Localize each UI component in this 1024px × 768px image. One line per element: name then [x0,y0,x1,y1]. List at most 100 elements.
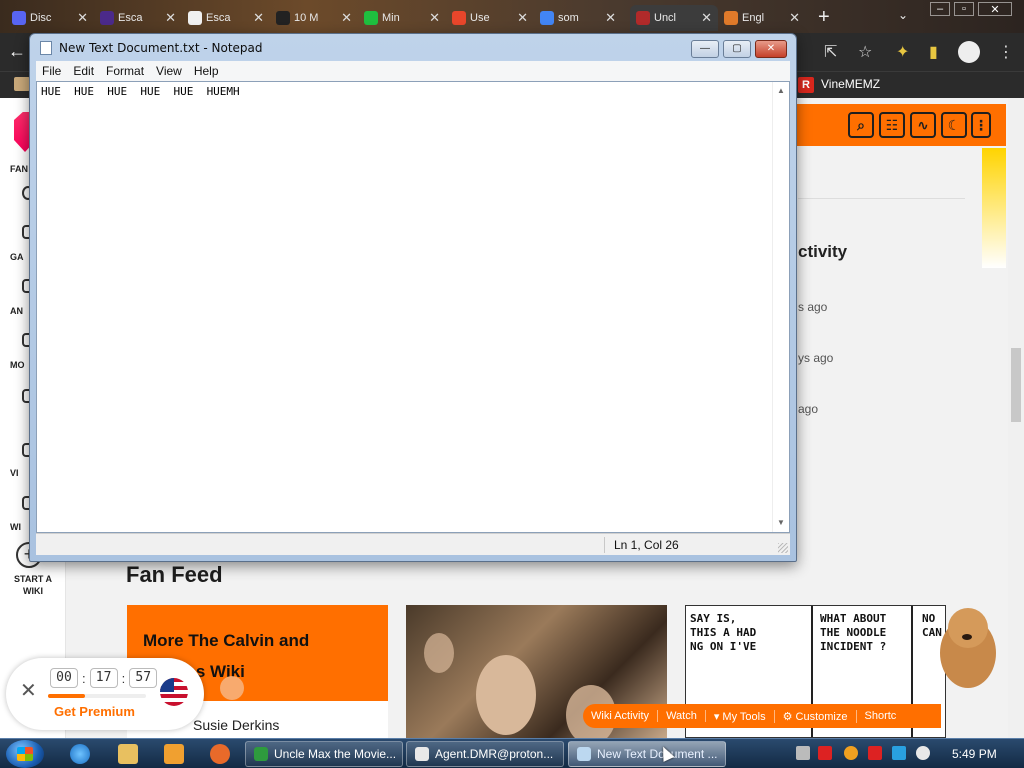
tab-title: Use [470,12,490,24]
tab-title: som [558,12,579,24]
close-icon[interactable]: ✕ [20,678,37,703]
notepad-app-icon[interactable] [40,41,52,55]
customize-link[interactable]: ⚙ Customize [775,709,857,723]
task-label: Agent.DMR@proton... [435,747,554,761]
menu-file[interactable]: File [36,64,67,78]
browser-tab[interactable]: Disc ✕ [6,5,94,31]
new-tab-button[interactable]: + [818,6,830,29]
tray-network-icon[interactable] [892,746,906,760]
tab-title: Uncl [654,12,677,24]
dark-mode-moon-icon[interactable]: ☾ [941,112,967,138]
tray-search-icon[interactable] [844,746,858,760]
menu-help[interactable]: Help [188,64,225,78]
browser-tab[interactable]: Engl ✕ [718,5,806,31]
shortcuts-link[interactable]: Shortc [857,710,905,722]
tab-close-icon[interactable]: ✕ [701,10,712,26]
tab-close-icon[interactable]: ✕ [429,10,440,26]
tray-volume-icon[interactable] [916,746,930,760]
start-button[interactable] [6,740,44,768]
browser-restore-button[interactable]: ▫ [954,2,974,16]
tab-favicon-icon [364,11,378,25]
scroll-up-arrow-icon[interactable]: ▲ [777,86,785,95]
profile-avatar[interactable] [958,41,980,63]
recent-activity-heading: ctivity [798,242,848,261]
pinned-app-icon[interactable] [210,744,230,764]
back-arrow-icon[interactable]: ← [8,41,26,62]
timer-minutes: 17 [89,668,118,688]
browser-tab[interactable]: Uncl ✕ [630,5,718,31]
watch-link[interactable]: Watch [658,710,706,722]
menu-edit[interactable]: Edit [67,64,100,78]
file-explorer-icon[interactable] [118,744,138,764]
taskbar-clock[interactable]: 5:49 PM [952,747,997,761]
my-tools-menu[interactable]: ▾ My Tools [706,709,775,723]
nav-label-anime[interactable]: AN [10,306,23,316]
more-options-icon[interactable]: ⋮ [971,112,991,138]
us-flag-icon[interactable] [160,678,188,706]
notepad-titlebar[interactable]: New Text Document.txt - Notepad — ▢ ✕ [30,34,796,61]
browser-tab[interactable]: Esca ✕ [182,5,270,31]
tab-close-icon[interactable]: ✕ [253,10,264,26]
nav-label-fandom[interactable]: FAN [10,164,28,174]
taskbar-task-button[interactable]: Uncle Max the Movie... [245,741,403,767]
nav-label-wikis[interactable]: WI [10,522,21,532]
browser-menu-icon[interactable]: ⋮ [998,42,1014,62]
bookmark-star-icon[interactable]: ☆ [858,42,872,62]
side-panel-icon[interactable]: ▮ [929,42,938,62]
wiki-activity-link[interactable]: Wiki Activity [583,710,659,722]
tab-close-icon[interactable]: ✕ [77,10,88,26]
start-wiki-label[interactable]: START A WIKI [8,573,58,597]
nav-label-movies[interactable]: MO [10,360,25,370]
activity-icon[interactable]: ∿ [910,112,936,138]
bookmark-vinememz[interactable]: VineMEMZ [821,77,880,91]
feed-card-author[interactable]: Susie Derkins [193,717,279,733]
tab-title: Min [382,12,400,24]
notepad-content[interactable]: HUE HUE HUE HUE HUE HUEMH [41,85,240,98]
nav-label-games[interactable]: GA [10,252,24,262]
bookmark-folder-icon[interactable] [14,77,30,91]
taskbar-task-button[interactable]: New Text Document ... [568,741,726,767]
tray-flag-icon[interactable] [868,746,882,760]
tab-close-icon[interactable]: ✕ [165,10,176,26]
page-scrollbar-thumb[interactable] [1011,348,1021,422]
nav-label-video[interactable]: VI [10,468,19,478]
discussions-icon[interactable]: ☷ [879,112,905,138]
drip-icon [220,676,244,700]
resize-grip[interactable] [778,543,788,553]
tab-close-icon[interactable]: ✕ [517,10,528,26]
maximize-button[interactable]: ▢ [723,40,751,58]
tray-app-icon[interactable] [796,746,810,760]
photo-face [476,655,536,735]
tab-title: Engl [742,12,765,24]
tab-close-icon[interactable]: ✕ [605,10,616,26]
extensions-puzzle-icon[interactable]: ✦ [896,42,909,62]
tab-favicon-icon [188,11,202,25]
notepad-scrollbar[interactable]: ▲ ▼ [772,82,789,532]
browser-close-button[interactable]: ✕ [978,2,1012,16]
notepad-text-area[interactable]: HUE HUE HUE HUE HUE HUEMH ▲ ▼ [36,81,790,533]
browser-tab[interactable]: Min ✕ [358,5,446,31]
browser-tab[interactable]: Esca ✕ [94,5,182,31]
internet-explorer-icon[interactable] [70,744,90,764]
browser-minimize-button[interactable]: – [930,2,950,16]
search-icon[interactable]: ⌕ [848,112,874,138]
browser-tab[interactable]: som ✕ [534,5,622,31]
close-button[interactable]: ✕ [755,40,787,58]
tab-search-chevron-icon[interactable]: ⌄ [898,8,908,22]
share-icon[interactable]: ⇱ [824,42,837,62]
tab-close-icon[interactable]: ✕ [789,10,800,26]
menu-view[interactable]: View [150,64,188,78]
minimize-button[interactable]: — [691,40,719,58]
tab-close-icon[interactable]: ✕ [341,10,352,26]
media-player-icon[interactable] [164,744,184,764]
tray-v-icon[interactable] [818,746,832,760]
activity-time: s ago [798,300,828,314]
browser-tab[interactable]: Use ✕ [446,5,534,31]
menu-format[interactable]: Format [100,64,150,78]
browser-tab[interactable]: 10 M ✕ [270,5,358,31]
get-premium-link[interactable]: Get Premium [54,704,135,719]
taskbar-task-button[interactable]: Agent.DMR@proton... [406,741,564,767]
windows-taskbar: Uncle Max the Movie... Agent.DMR@proton..… [0,738,1024,768]
hamster-nose [962,634,972,640]
scroll-down-arrow-icon[interactable]: ▼ [777,518,785,527]
